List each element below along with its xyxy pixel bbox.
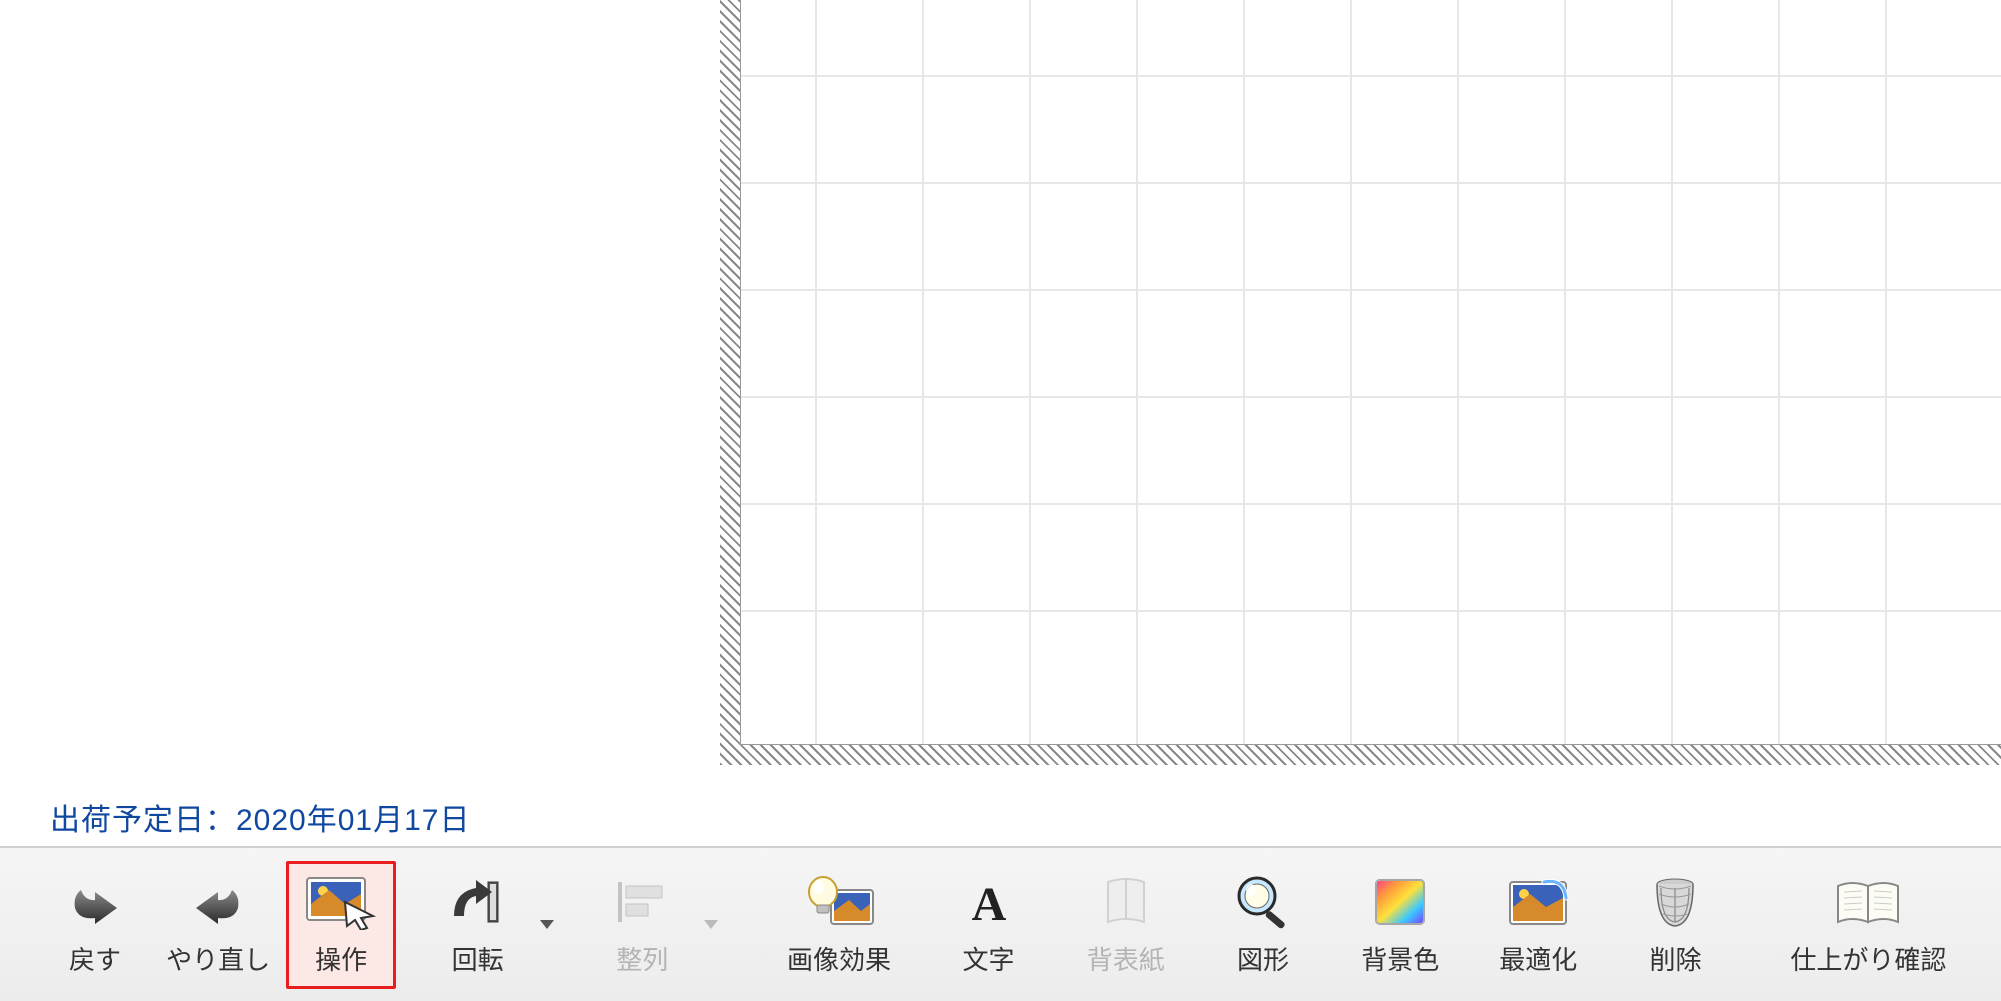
image-effect-button[interactable]: 画像効果 bbox=[771, 861, 907, 989]
shape-label: 図形 bbox=[1237, 940, 1289, 977]
undo-label: 戻す bbox=[69, 940, 121, 977]
spine-label: 背表紙 bbox=[1087, 940, 1165, 977]
color-swatch-icon bbox=[1372, 872, 1428, 932]
rotate-label: 回転 bbox=[452, 940, 504, 977]
shipping-label: 出荷予定日： bbox=[50, 804, 236, 837]
operate-button[interactable]: 操作 bbox=[286, 861, 396, 989]
rotate-button[interactable]: 回転 bbox=[423, 861, 533, 989]
delete-button[interactable]: 削除 bbox=[1620, 861, 1730, 989]
bg-color-label: 背景色 bbox=[1361, 940, 1439, 977]
optimize-label: 最適化 bbox=[1499, 940, 1577, 977]
align-label: 整列 bbox=[616, 940, 668, 977]
lightbulb-image-icon bbox=[803, 872, 875, 932]
open-book-icon bbox=[1832, 872, 1904, 932]
align-dropdown[interactable] bbox=[697, 861, 725, 989]
image-effect-label: 画像効果 bbox=[787, 940, 891, 977]
rotate-icon bbox=[446, 872, 510, 932]
text-button[interactable]: A 文字 bbox=[934, 861, 1044, 989]
operate-label: 操作 bbox=[315, 940, 367, 977]
redo-button[interactable]: やり直し bbox=[150, 861, 286, 989]
page-grid[interactable] bbox=[740, 0, 2001, 745]
redo-arrow-icon bbox=[190, 872, 246, 932]
spine-button: 背表紙 bbox=[1070, 861, 1182, 989]
redo-label: やり直し bbox=[166, 940, 270, 977]
delete-label: 削除 bbox=[1649, 940, 1701, 977]
align-button: 整列 bbox=[587, 861, 697, 989]
page-bleed-bottom bbox=[720, 745, 2001, 765]
optimize-button[interactable]: 最適化 bbox=[1482, 861, 1594, 989]
preview-label: 仕上がり確認 bbox=[1790, 940, 1946, 977]
image-optimize-icon bbox=[1506, 872, 1570, 932]
svg-text:A: A bbox=[971, 878, 1006, 928]
book-spine-icon bbox=[1098, 872, 1154, 932]
undo-arrow-icon bbox=[67, 872, 123, 932]
shape-button[interactable]: 図形 bbox=[1208, 861, 1318, 989]
page-frame[interactable] bbox=[720, 0, 2001, 765]
undo-button[interactable]: 戻す bbox=[40, 861, 150, 989]
chevron-down-icon bbox=[704, 920, 718, 929]
text-a-icon: A bbox=[963, 872, 1015, 932]
shape-magnifier-icon bbox=[1233, 872, 1293, 932]
page-bleed-left bbox=[720, 0, 740, 765]
preview-button[interactable]: 仕上がり確認 bbox=[1776, 861, 1961, 989]
canvas-area[interactable] bbox=[0, 0, 2001, 790]
rotate-dropdown[interactable] bbox=[533, 861, 561, 989]
align-left-icon bbox=[614, 872, 670, 932]
trash-icon bbox=[1649, 872, 1701, 932]
bg-color-button[interactable]: 背景色 bbox=[1344, 861, 1456, 989]
bottom-toolbar: 戻す やり直し 操作 bbox=[0, 846, 2001, 1001]
shipping-date-value: 2020年01月17日 bbox=[236, 804, 470, 837]
shipping-date-status: 出荷予定日：2020年01月17日 bbox=[50, 795, 470, 839]
chevron-down-icon bbox=[540, 920, 554, 929]
image-cursor-icon bbox=[305, 872, 377, 932]
text-label: 文字 bbox=[962, 940, 1014, 977]
